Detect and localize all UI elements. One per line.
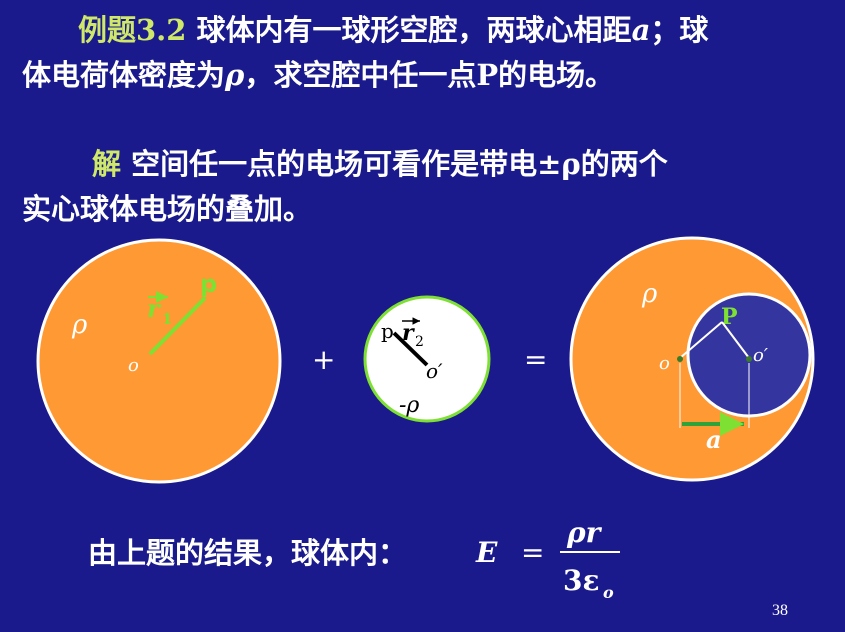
middle-rho-label: -ρ bbox=[399, 393, 419, 418]
plus-sign: + bbox=[312, 343, 335, 376]
equals-sign: = bbox=[524, 343, 547, 376]
distance-label: a bbox=[706, 425, 722, 454]
right-p-label: P bbox=[721, 304, 738, 330]
left-origin-label: o bbox=[128, 355, 139, 376]
left-p-label: p bbox=[200, 270, 217, 298]
formula-denominator-sub: o bbox=[603, 583, 614, 602]
cavity-origin-dot bbox=[746, 356, 752, 362]
origin-dot bbox=[677, 356, 683, 362]
result-lead-text: 由上题的结果，球体内： bbox=[88, 536, 408, 570]
left-r-subscript: 1 bbox=[162, 310, 172, 328]
left-sphere: ρ p r 1 o bbox=[36, 238, 282, 484]
formula-equals: = bbox=[521, 536, 544, 569]
result-formula: E = ρr 3ε o bbox=[475, 516, 620, 602]
right-sphere: ρ P o o′ a bbox=[569, 236, 815, 482]
right-origin-label: o bbox=[659, 353, 670, 374]
middle-p-label: p bbox=[381, 319, 394, 343]
formula-numerator: ρr bbox=[566, 516, 603, 549]
middle-sphere: p r 2 o′ -ρ bbox=[363, 295, 491, 423]
cavity-origin-label: o′ bbox=[753, 345, 768, 366]
right-rho-label: ρ bbox=[641, 279, 658, 309]
formula-E: E bbox=[475, 536, 498, 569]
middle-origin-label: o′ bbox=[426, 359, 443, 383]
page-number: 38 bbox=[772, 602, 788, 619]
left-sphere-circle bbox=[36, 238, 282, 484]
middle-r-subscript: 2 bbox=[415, 334, 424, 350]
left-rho-label: ρ bbox=[71, 310, 88, 340]
formula-denominator: 3ε bbox=[563, 564, 600, 597]
